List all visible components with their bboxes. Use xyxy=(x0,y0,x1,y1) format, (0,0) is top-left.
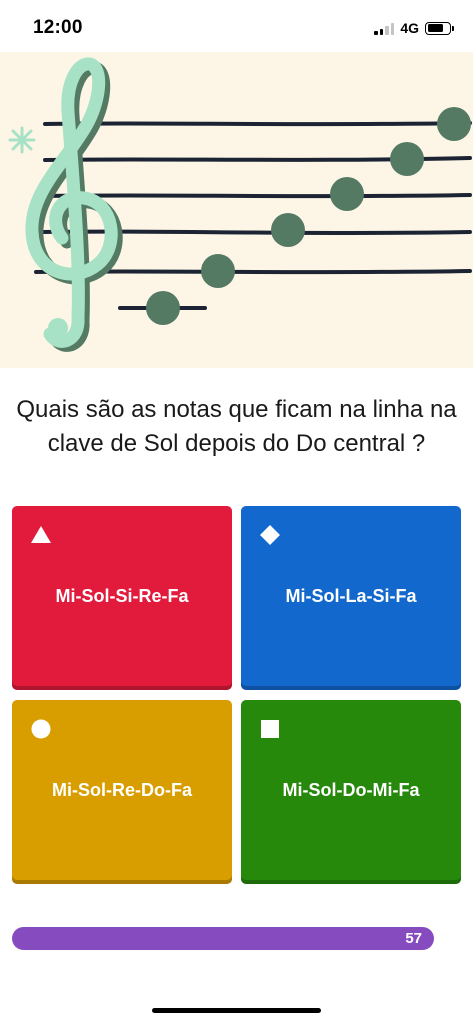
note-sol xyxy=(271,213,305,247)
question-image xyxy=(0,52,473,368)
status-indicators: 4G xyxy=(374,19,454,37)
home-indicator[interactable] xyxy=(152,1008,321,1013)
progress-bar: 57 xyxy=(12,927,434,950)
treble-clef-staff-icon xyxy=(0,52,473,368)
progress-count: 57 xyxy=(405,930,422,947)
question-text: Quais são as notas que ficam na linha na… xyxy=(16,396,457,457)
answer-option-4[interactable]: Mi-Sol-Do-Mi-Fa xyxy=(241,700,461,884)
note-do xyxy=(146,291,180,325)
answer-option-3[interactable]: Mi-Sol-Re-Do-Fa xyxy=(12,700,232,884)
note-si xyxy=(330,177,364,211)
battery-icon xyxy=(425,21,454,35)
network-type: 4G xyxy=(400,20,419,36)
answer-label: Mi-Sol-Re-Do-Fa xyxy=(52,779,192,800)
sparkle-icon xyxy=(8,126,36,154)
answer-label: Mi-Sol-Si-Re-Fa xyxy=(55,585,189,606)
answer-option-1[interactable]: Mi-Sol-Si-Re-Fa xyxy=(12,506,232,690)
status-time: 12:00 xyxy=(33,17,83,38)
note-mi xyxy=(201,254,235,288)
answer-label: Mi-Sol-Do-Mi-Fa xyxy=(282,779,420,800)
clef-dot xyxy=(48,318,68,338)
note-fa xyxy=(437,107,471,141)
answer-label: Mi-Sol-La-Si-Fa xyxy=(285,585,417,606)
note-re xyxy=(390,142,424,176)
answer-option-2[interactable]: Mi-Sol-La-Si-Fa xyxy=(241,506,461,690)
signal-icon xyxy=(374,22,395,35)
status-bar: 12:00 4G xyxy=(0,0,473,52)
